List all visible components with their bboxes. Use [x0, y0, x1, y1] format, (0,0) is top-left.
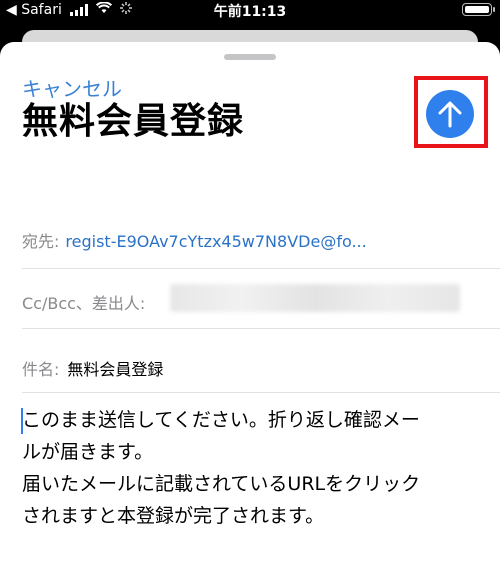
divider [22, 268, 500, 269]
body-line: このまま送信してください。折り返し確認メー [22, 409, 420, 431]
divider [22, 392, 500, 393]
to-label: 宛先: [22, 232, 60, 251]
subject-value[interactable]: 無料会員登録 [67, 360, 163, 379]
subject-label: 件名: [22, 360, 60, 379]
message-body[interactable]: このまま送信してください。折り返し確認メー ルが届きます。 届いたメールに記載さ… [22, 404, 482, 532]
send-arrow-icon [438, 101, 462, 128]
body-line: ルが届きます。 [22, 441, 154, 463]
divider [22, 328, 500, 329]
ccbcc-label: Cc/Bcc、差出人: [22, 294, 146, 313]
to-address[interactable]: regist-E9OAv7cYtzx45w7N8VDe@fo... [65, 232, 366, 251]
body-line: 届いたメールに記載されているURLをクリック [22, 473, 421, 495]
page-title: 無料会員登録 [22, 101, 245, 142]
status-bar: ◀ Safari 午前11:13 [0, 0, 500, 22]
body-line: されますと本登録が完了されます。 [22, 505, 325, 527]
subject-field[interactable]: 件名: 無料会員登録 [22, 356, 500, 380]
to-field[interactable]: 宛先: regist-E9OAv7cYtzx45w7N8VDe@fo... [22, 228, 500, 252]
sheet-grabber[interactable] [224, 54, 276, 60]
redacted-sender [170, 284, 460, 312]
battery-icon [462, 3, 495, 16]
send-button[interactable] [426, 90, 474, 138]
clock: 午前11:13 [213, 4, 287, 20]
